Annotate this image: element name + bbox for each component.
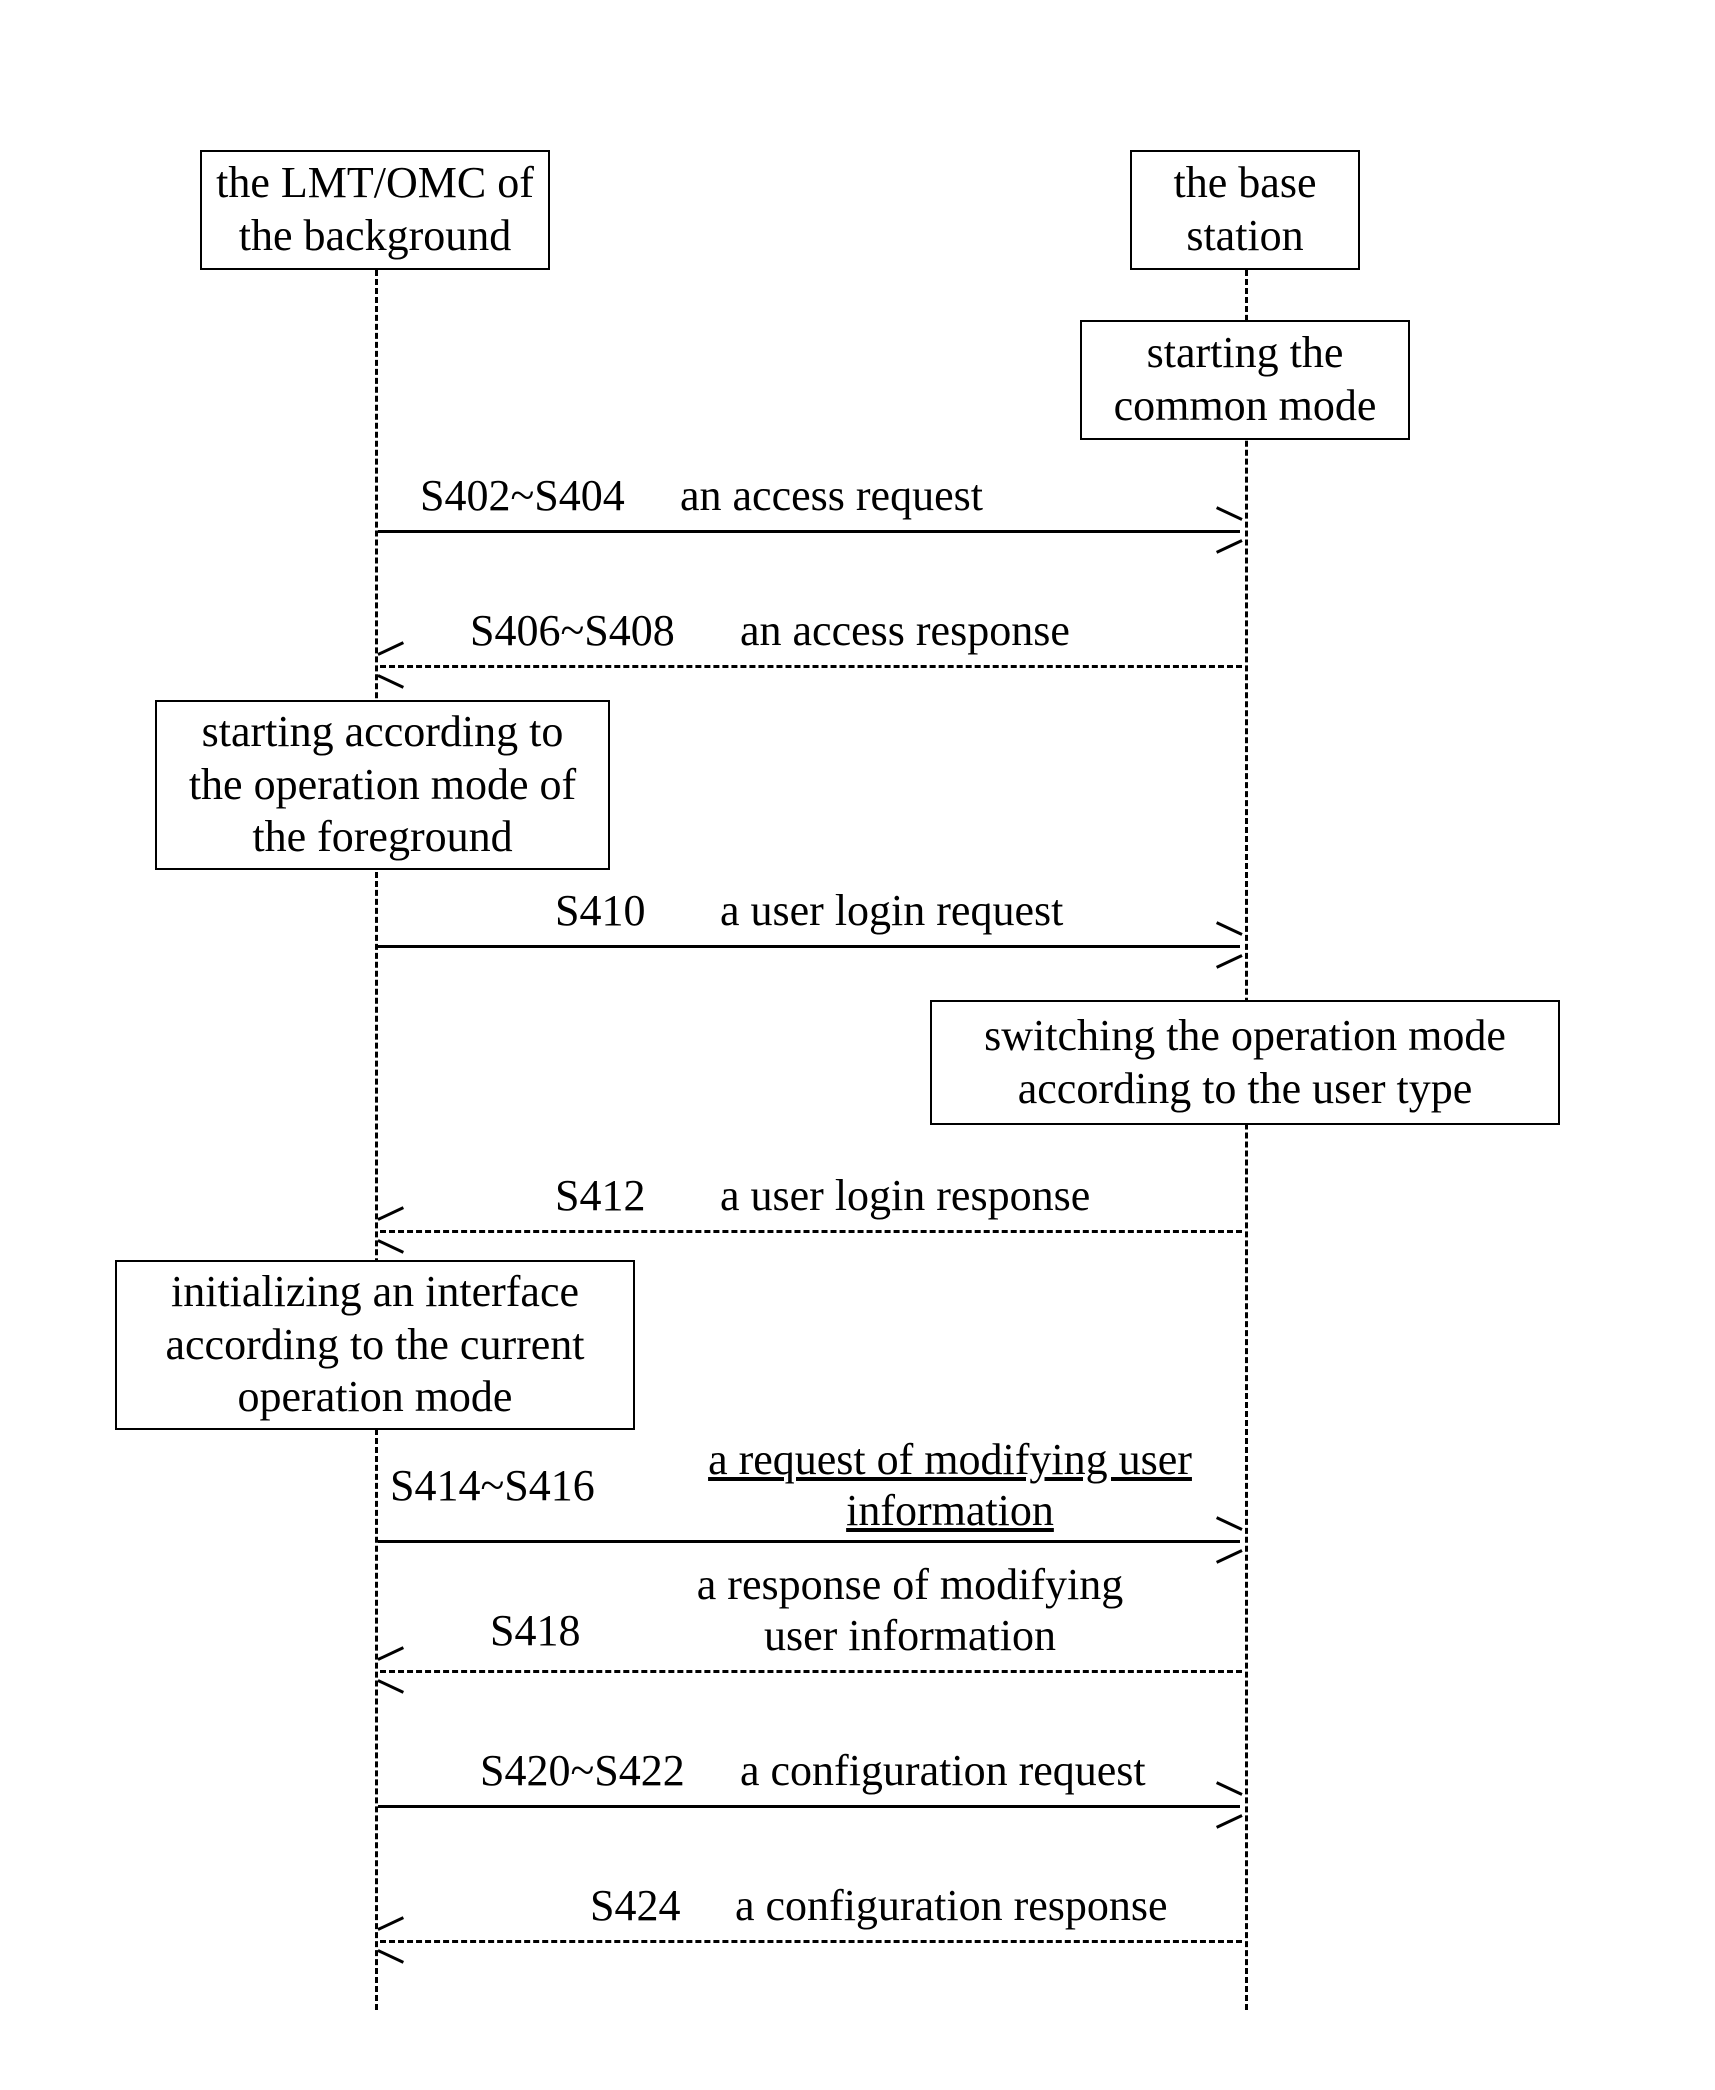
msg-line-m8 — [380, 1940, 1242, 1943]
step-label-m8: S424 — [590, 1880, 680, 1931]
arrow-m5 — [1214, 1528, 1242, 1552]
msg-label-m5: a request of modifying user information — [680, 1435, 1220, 1536]
msg-label-m7: a configuration request — [740, 1745, 1146, 1796]
msg-line-m7 — [378, 1805, 1240, 1808]
activation-init-interface: initializing an interface according to t… — [115, 1260, 635, 1430]
msg-label-m8: a configuration response — [735, 1880, 1168, 1931]
arrow-m6 — [378, 1658, 406, 1682]
lifeline-right — [1245, 270, 1248, 2010]
arrow-m2 — [378, 653, 406, 677]
step-label-m3: S410 — [555, 885, 645, 936]
msg-label-m6: a response of modifying user information — [660, 1560, 1160, 1661]
participant-left: the LMT/OMC of the background — [200, 150, 550, 270]
msg-label-m3: a user login request — [720, 885, 1063, 936]
arrow-m4 — [378, 1218, 406, 1242]
step-label-m1: S402~S404 — [420, 470, 625, 521]
msg-line-m1 — [378, 530, 1240, 533]
arrow-m7 — [1214, 1793, 1242, 1817]
sequence-diagram: the LMT/OMC of the background the base s… — [0, 0, 1715, 2090]
msg-label-m2: an access response — [740, 605, 1070, 656]
arrow-m8 — [378, 1928, 406, 1952]
step-label-m5: S414~S416 — [390, 1460, 595, 1511]
activation-start-common-mode: starting the common mode — [1080, 320, 1410, 440]
step-label-m2: S406~S408 — [470, 605, 675, 656]
arrow-m3 — [1214, 933, 1242, 957]
activation-switch-mode: switching the operation mode according t… — [930, 1000, 1560, 1125]
msg-line-m5 — [378, 1540, 1240, 1543]
step-label-m4: S412 — [555, 1170, 645, 1221]
msg-label-m4: a user login response — [720, 1170, 1090, 1221]
msg-line-m3 — [378, 945, 1240, 948]
participant-right: the base station — [1130, 150, 1360, 270]
arrow-m1 — [1214, 518, 1242, 542]
msg-line-m6 — [380, 1670, 1242, 1673]
msg-line-m4 — [380, 1230, 1242, 1233]
msg-label-m1: an access request — [680, 470, 983, 521]
activation-start-according: starting according to the operation mode… — [155, 700, 610, 870]
step-label-m6: S418 — [490, 1605, 580, 1656]
msg-line-m2 — [380, 665, 1242, 668]
step-label-m7: S420~S422 — [480, 1745, 685, 1796]
